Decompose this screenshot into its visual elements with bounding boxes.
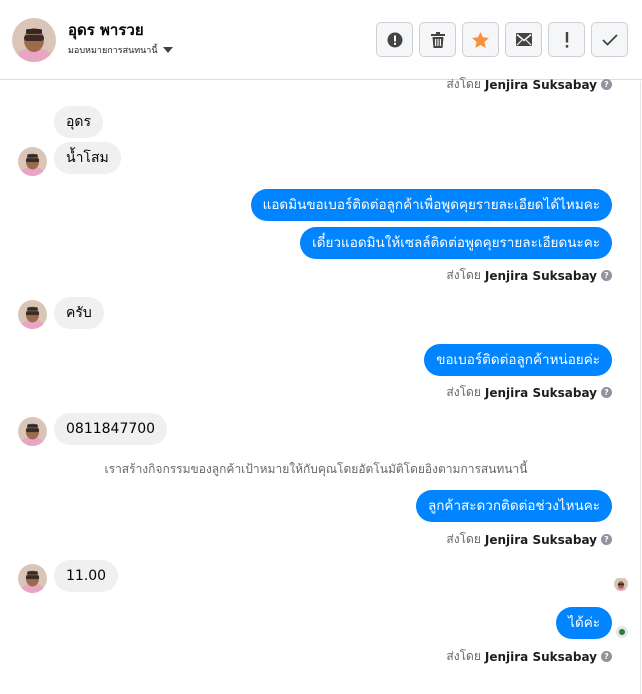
envelope-icon (515, 33, 532, 46)
info-icon[interactable]: ? (601, 387, 612, 398)
info-icon[interactable]: ? (601, 534, 612, 545)
contact-avatar[interactable] (12, 18, 56, 62)
sent-by-label: ส่งโดย Jenjira Suksabay ? (446, 530, 612, 549)
conversation-header: อุดร พารวย มอบหมายการสนทนานี้ (0, 0, 642, 80)
alert-circle-icon (387, 32, 402, 47)
system-note: เราสร้างกิจกรรมของลูกค้าเป้าหมายให้กับคุ… (104, 462, 528, 476)
customer-avatar[interactable] (18, 147, 47, 176)
seen-avatar-icon (614, 577, 628, 591)
delete-button[interactable] (419, 22, 456, 57)
sent-by-label: ส่งโดย Jenjira Suksabay ? (446, 383, 612, 402)
follow-up-button[interactable] (548, 22, 585, 57)
incoming-message[interactable]: ครับ (54, 297, 104, 329)
star-icon (472, 31, 489, 48)
thread-scrollbar[interactable] (640, 81, 641, 694)
outgoing-message[interactable]: เดี๋ยวแอดมินให้เซลล์ติดต่อพูดคุยรายละเอี… (300, 227, 612, 259)
info-icon[interactable]: ? (601, 270, 612, 281)
outgoing-message[interactable]: แอดมินขอเบอร์ติดต่อลูกค้าเพื่อพูดคุยรายล… (250, 189, 612, 221)
check-icon (601, 33, 618, 46)
sent-by-label: ส่งโดย Jenjira Suksabay ? (446, 647, 612, 666)
incoming-message[interactable]: อุดร (54, 106, 104, 138)
incoming-message[interactable]: 0811847700 (54, 413, 168, 445)
customer-avatar[interactable] (18, 564, 47, 593)
assign-conversation-dropdown[interactable]: มอบหมายการสนทนานี้ (68, 43, 173, 57)
incoming-message[interactable]: น้ำโสม (54, 142, 121, 174)
customer-avatar[interactable] (18, 300, 47, 329)
info-icon[interactable]: ? (601, 651, 612, 662)
sent-by-label: ส่งโดย Jenjira Suksabay ? (446, 75, 612, 94)
message-thread[interactable]: ส่งโดย Jenjira Suksabay ? อุดร น้ำโสม แอ… (0, 77, 642, 694)
customer-avatar[interactable] (18, 417, 47, 446)
header-actions (376, 22, 628, 57)
info-icon[interactable]: ? (601, 79, 612, 90)
mark-done-button[interactable] (591, 22, 628, 57)
spam-button[interactable] (376, 22, 413, 57)
delivered-status-icon (616, 626, 628, 638)
assign-label: มอบหมายการสนทนานี้ (68, 46, 158, 56)
trash-icon (430, 31, 445, 48)
mark-unread-button[interactable] (505, 22, 542, 57)
exclamation-icon (565, 31, 568, 48)
caret-down-icon (162, 47, 173, 53)
contact-name[interactable]: อุดร พารวย (68, 18, 144, 42)
outgoing-message[interactable]: ลูกค้าสะดวกติดต่อช่วงไหนคะ (415, 490, 612, 522)
outgoing-message[interactable]: ได้ค่ะ (556, 607, 612, 639)
star-button[interactable] (462, 22, 499, 57)
sent-by-label: ส่งโดย Jenjira Suksabay ? (446, 266, 612, 285)
incoming-message[interactable]: 11.00 (54, 560, 119, 592)
outgoing-message[interactable]: ขอเบอร์ติดต่อลูกค้าหน่อยค่ะ (424, 344, 612, 376)
